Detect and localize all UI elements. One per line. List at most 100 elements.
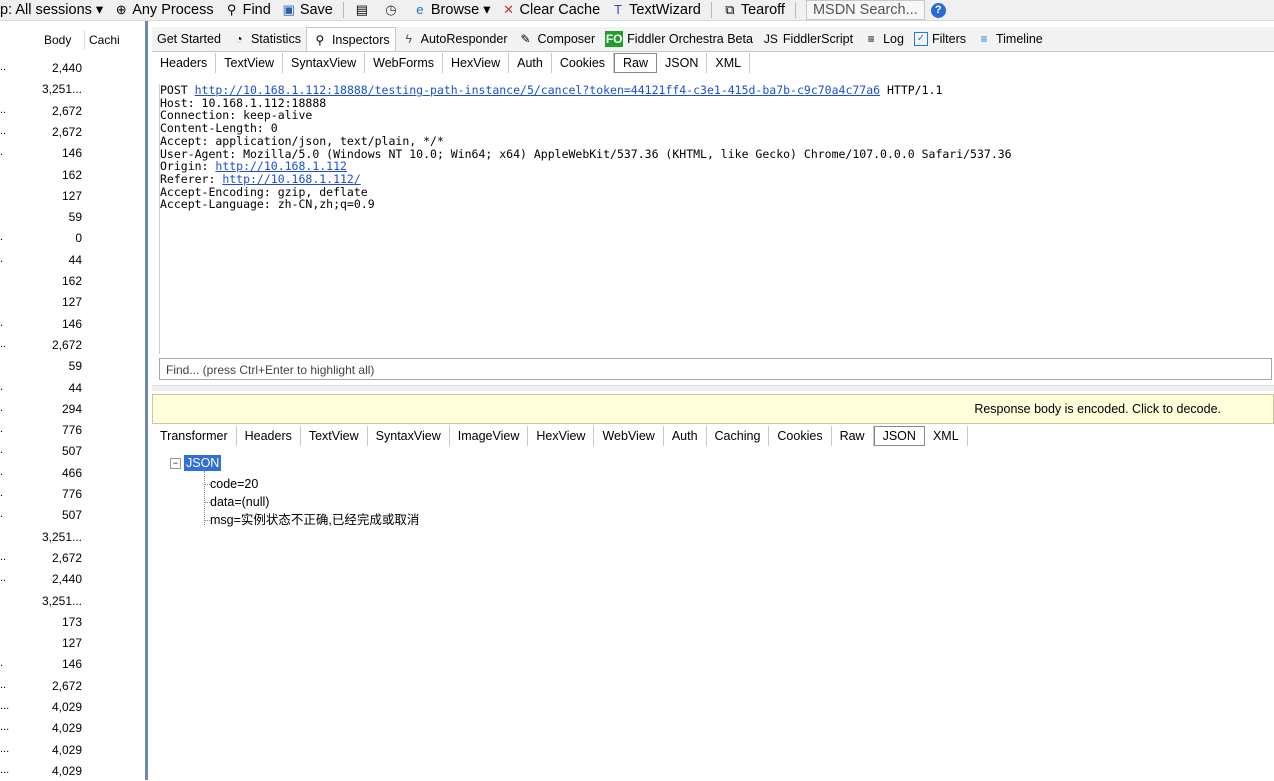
- response-tab-caching[interactable]: Caching: [707, 426, 770, 446]
- json-tree-node[interactable]: code=20: [210, 476, 258, 492]
- session-row[interactable]: .0: [0, 227, 147, 248]
- session-row-body-size: 2,672: [51, 124, 82, 139]
- session-row[interactable]: ... 4,029: [0, 739, 147, 760]
- response-tab-syntaxview[interactable]: SyntaxView: [368, 426, 450, 446]
- collapse-toggle-icon[interactable]: −: [170, 458, 181, 469]
- session-row[interactable]: ... 4,029: [0, 760, 147, 781]
- session-row[interactable]: . 507: [0, 440, 147, 461]
- session-row[interactable]: .. 2,672: [0, 675, 147, 696]
- toolbar-item-1[interactable]: ⊕ Any Process: [113, 2, 214, 18]
- tab-composer[interactable]: ✎ Composer: [513, 28, 601, 50]
- column-divider[interactable]: [84, 30, 85, 50]
- json-root-node[interactable]: JSON: [184, 455, 222, 471]
- session-row[interactable]: . 466: [0, 462, 147, 483]
- response-tab-transformer[interactable]: Transformer: [152, 426, 237, 446]
- raw-request-text[interactable]: POST http://10.168.1.112:18888/testing-p…: [159, 84, 1272, 354]
- response-tab-json[interactable]: JSON: [873, 426, 925, 446]
- find-input[interactable]: Find... (press Ctrl+Enter to highlight a…: [159, 358, 1272, 380]
- session-row[interactable]: . 44: [0, 249, 147, 270]
- request-tab-headers[interactable]: Headers: [152, 53, 217, 73]
- session-row[interactable]: . 146: [0, 142, 147, 163]
- session-row[interactable]: . 44: [0, 377, 147, 398]
- response-tab-raw[interactable]: Raw: [832, 426, 874, 446]
- response-tab-auth[interactable]: Auth: [664, 426, 707, 446]
- pane-splitter[interactable]: [145, 21, 148, 780]
- tab-log[interactable]: ≡ Log: [858, 28, 909, 50]
- request-tab-cookies[interactable]: Cookies: [552, 53, 615, 73]
- toolbar-item-4[interactable]: ▤: [354, 2, 373, 18]
- session-row[interactable]: 3,251...: [0, 590, 147, 611]
- tab-inspectors[interactable]: ⚲ Inspectors: [305, 27, 396, 51]
- session-row[interactable]: . 146: [0, 313, 147, 334]
- json-tree-node[interactable]: data=(null): [210, 494, 269, 510]
- response-tab-imageview[interactable]: ImageView: [450, 426, 529, 446]
- response-tab-cookies[interactable]: Cookies: [769, 426, 832, 446]
- session-row[interactable]: ... 4,029: [0, 696, 147, 717]
- session-row[interactable]: .. 2,672: [0, 100, 147, 121]
- toolbar-item-7[interactable]: ✕ Clear Cache: [501, 2, 600, 18]
- session-row[interactable]: 162: [0, 270, 147, 291]
- request-tab-syntaxview[interactable]: SyntaxView: [283, 53, 366, 73]
- request-tab-auth[interactable]: Auth: [509, 53, 552, 73]
- session-row-truncated: .: [0, 444, 4, 457]
- toolbar-item-5[interactable]: ◷: [383, 2, 402, 18]
- session-row[interactable]: . 146: [0, 653, 147, 674]
- session-row[interactable]: 3,251...: [0, 526, 147, 547]
- request-tab-raw[interactable]: Raw: [614, 53, 658, 73]
- column-header-caching[interactable]: Cachi: [89, 33, 120, 47]
- request-tab-json[interactable]: JSON: [657, 53, 708, 73]
- tab-fiddlerscript[interactable]: JS FiddlerScript: [758, 28, 858, 50]
- session-row[interactable]: . 294: [0, 398, 147, 419]
- session-row[interactable]: . 507: [0, 504, 147, 525]
- response-tab-textview[interactable]: TextView: [301, 426, 368, 446]
- tab-get-started[interactable]: Get Started: [152, 28, 226, 50]
- toolbar-item-8[interactable]: T TextWizard: [610, 2, 701, 18]
- session-row-truncated: ...: [0, 742, 10, 755]
- response-tab-hexview[interactable]: HexView: [528, 426, 595, 446]
- request-tab-webforms[interactable]: WebForms: [365, 53, 444, 73]
- session-row[interactable]: .. 2,440: [0, 57, 147, 78]
- main-toolbar: p: All sessions ▾ ⊕ Any Process ⚲ Find ▣ Save ▤…: [0, 0, 1274, 21]
- tab-timeline[interactable]: ≡ Timeline: [971, 28, 1048, 50]
- decode-banner-text[interactable]: Response body is encoded. Click to decod…: [974, 402, 1221, 416]
- request-response-splitter[interactable]: [152, 385, 1274, 391]
- decode-banner[interactable]: Response body is encoded. Click to decod…: [152, 394, 1274, 424]
- fo-icon: FO: [605, 31, 624, 47]
- request-tab-xml[interactable]: XML: [707, 53, 751, 73]
- session-row[interactable]: . 776: [0, 483, 147, 504]
- session-row[interactable]: .. 2,672: [0, 121, 147, 142]
- session-row[interactable]: .. 2,440: [0, 568, 147, 589]
- toolbar-item-2[interactable]: ⚲ Find: [224, 2, 271, 18]
- request-tab-textview[interactable]: TextView: [216, 53, 284, 73]
- request-tab-hexview[interactable]: HexView: [443, 53, 510, 73]
- session-row[interactable]: 127: [0, 632, 147, 653]
- tab-filters[interactable]: ✓ Filters: [909, 28, 971, 50]
- json-tree-node[interactable]: msg=实例状态不正确,已经完成或取消: [210, 512, 419, 528]
- session-row[interactable]: 59: [0, 206, 147, 227]
- session-row[interactable]: .. 2,672: [0, 334, 147, 355]
- toolbar-item-0[interactable]: p: All sessions ▾: [0, 2, 103, 18]
- tab-statistics[interactable]: ◔ Statistics: [226, 28, 306, 50]
- session-row[interactable]: . 776: [0, 419, 147, 440]
- session-row[interactable]: ... 4,029: [0, 717, 147, 738]
- session-row[interactable]: 127: [0, 291, 147, 312]
- session-row[interactable]: 162: [0, 164, 147, 185]
- toolbar-item-3[interactable]: ▣ Save: [281, 2, 333, 18]
- tab-autoresponder[interactable]: ϟ AutoResponder: [396, 28, 513, 50]
- column-header-body[interactable]: Body: [44, 33, 71, 47]
- session-list[interactable]: Body Cachi .. 2,440 3,251..... 2,672.. 2,672…: [0, 21, 147, 780]
- msdn-search-input[interactable]: MSDN Search...: [805, 0, 925, 20]
- session-row[interactable]: 173: [0, 611, 147, 632]
- session-row-body-size: 466: [61, 465, 82, 480]
- toolbar-item-6[interactable]: e Browse ▾: [412, 2, 490, 18]
- response-tab-headers[interactable]: Headers: [237, 426, 301, 446]
- toolbar-item-9[interactable]: ⧉ Tearoff: [722, 2, 785, 18]
- session-row[interactable]: 3,251...: [0, 78, 147, 99]
- session-row[interactable]: 59: [0, 355, 147, 376]
- help-icon[interactable]: ?: [930, 2, 946, 18]
- tab-fiddler-orchestra-beta[interactable]: FO Fiddler Orchestra Beta: [600, 28, 758, 50]
- response-tab-xml[interactable]: XML: [925, 426, 968, 446]
- session-row[interactable]: .. 2,672: [0, 547, 147, 568]
- response-tab-webview[interactable]: WebView: [594, 426, 664, 446]
- session-row[interactable]: 127: [0, 185, 147, 206]
